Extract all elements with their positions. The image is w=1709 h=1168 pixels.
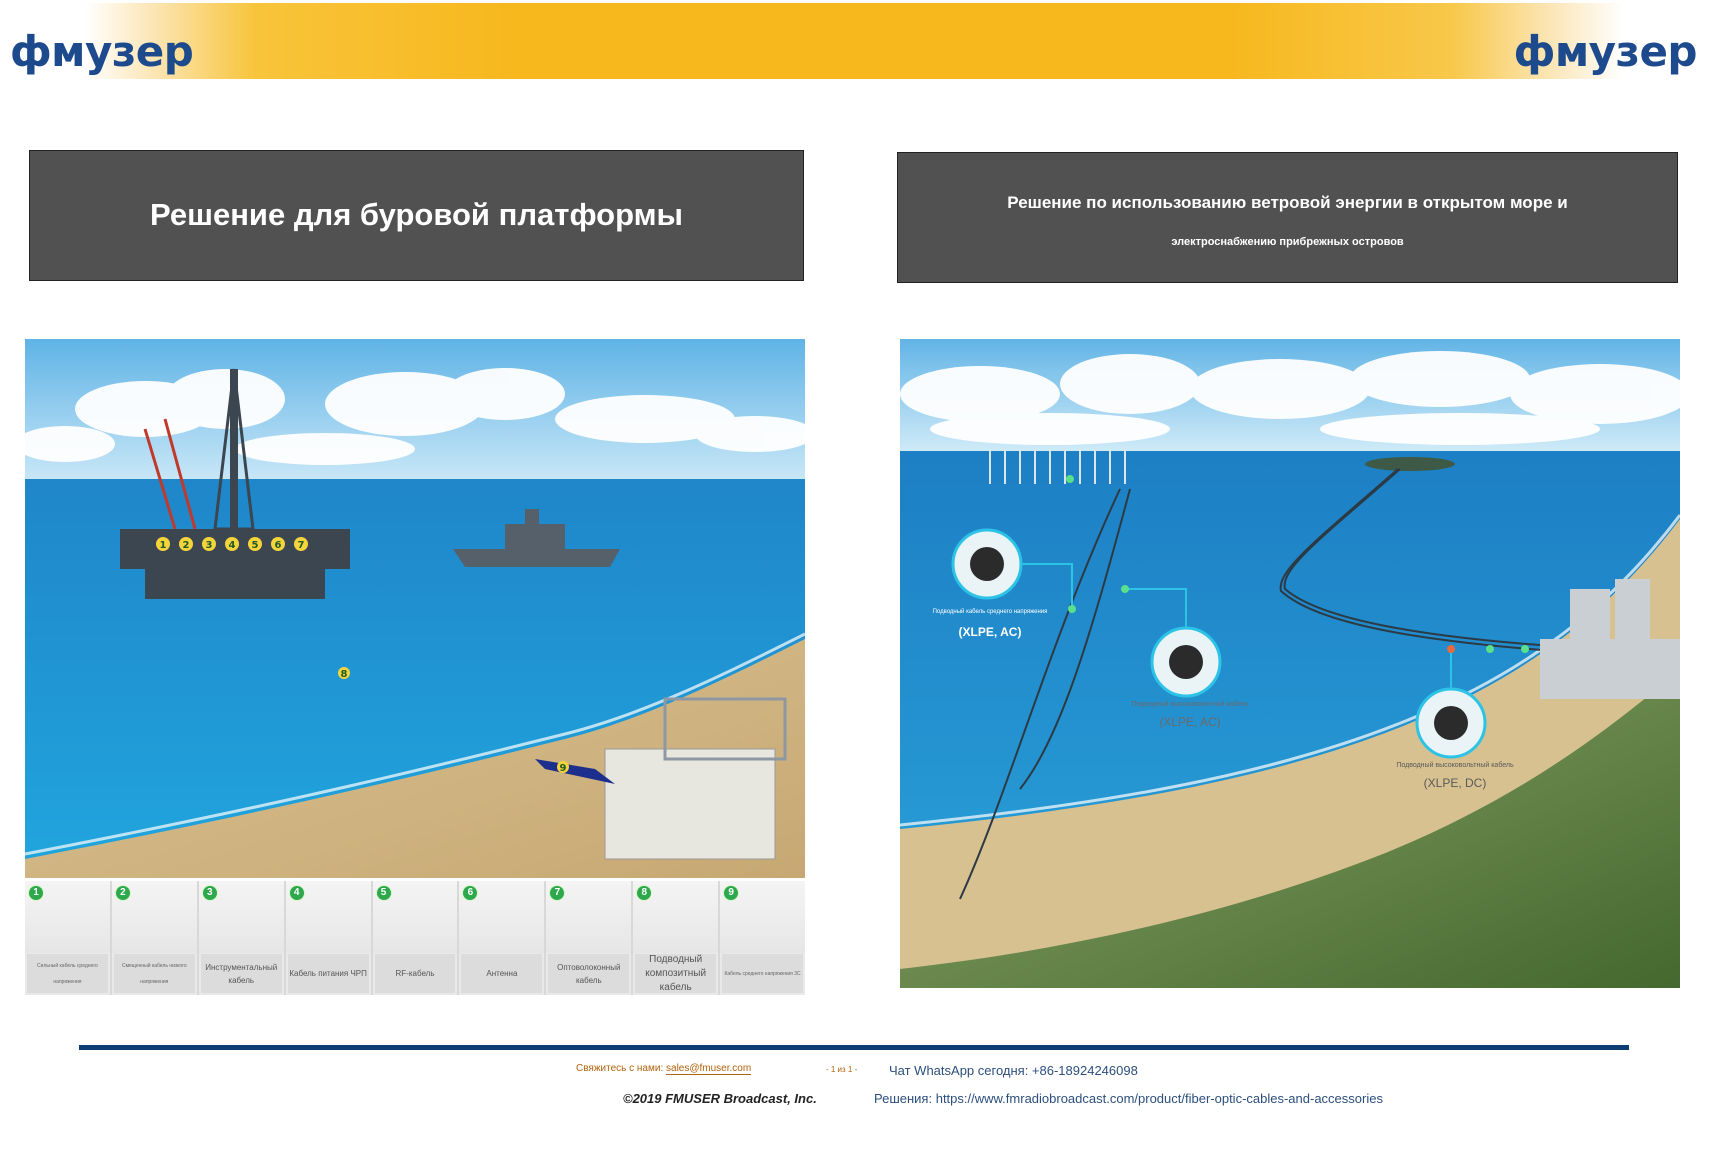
cable-card: 6 Антенна: [459, 881, 545, 995]
svg-text:8: 8: [341, 669, 348, 680]
svg-text:1: 1: [160, 540, 167, 551]
cable-label: Антенна: [461, 954, 543, 993]
svg-text:9: 9: [560, 763, 567, 774]
left-title-box: Решение для буровой платформы: [29, 150, 804, 281]
header-banner: [0, 3, 1709, 79]
cable-label: Оптоволоконный кабель: [548, 954, 630, 993]
solutions-label: Решения:: [874, 1091, 933, 1106]
cable-number-badge: 3: [201, 885, 218, 901]
cable-label: Инструментальный кабель: [200, 954, 282, 993]
callout-hv-dc-spec: (XLPE, DC): [1423, 776, 1487, 790]
cable-label: RF-кабель: [374, 954, 456, 993]
cable-label: Кабель среднего напряжения 3С: [722, 954, 804, 993]
cable-label: Сильный кабель среднего напряжения: [27, 954, 108, 993]
page-indicator: - 1 из 1 -: [826, 1065, 858, 1074]
cable-number-badge: 5: [375, 885, 392, 901]
cable-label: Подводный композитный кабель: [635, 954, 717, 993]
cable-number-badge: 1: [28, 885, 44, 901]
offshore-wind-illustration: Подводный кабель среднего напряжения (XL…: [900, 339, 1680, 988]
right-title-line2: электроснабжению прибрежных островов: [1171, 236, 1404, 248]
cable-card: 7 Оптоволоконный кабель: [546, 881, 632, 995]
cable-card: 4 Кабель питания ЧРП: [285, 881, 371, 995]
right-title-box: Решение по использованию ветровой энерги…: [897, 152, 1678, 283]
svg-text:6: 6: [275, 540, 282, 551]
contact-label: Свяжитесь с нами:: [576, 1063, 664, 1074]
cable-number-badge: 2: [114, 885, 131, 901]
footer-divider: [79, 1045, 1629, 1050]
callout-mv-caption: Подводный кабель среднего напряжения: [932, 609, 1048, 615]
cable-number-badge: 9: [723, 885, 740, 901]
svg-text:2: 2: [183, 540, 190, 551]
cable-card: 9 Кабель среднего напряжения 3С: [720, 881, 806, 995]
brand-logo-left[interactable]: фмузер: [10, 28, 194, 76]
cable-number-badge: 4: [288, 885, 305, 901]
callout-hv-dc-caption: Подводный высоковольтный кабель: [1396, 762, 1514, 769]
solutions-link[interactable]: https://www.fmradiobroadcast.com/product…: [936, 1091, 1383, 1106]
callout-hv-ac-caption: Подводный высоковольтный кабель: [1131, 701, 1249, 708]
svg-text:4: 4: [229, 540, 236, 551]
cable-label: Смещенный кабель низкого напряжения: [113, 954, 195, 993]
footer-contact: Свяжитесь с нами: sales@fmuser.com: [576, 1063, 752, 1075]
contact-email-link[interactable]: sales@fmuser.com: [666, 1063, 752, 1075]
right-title-line1: Решение по использованию ветровой энерги…: [1007, 193, 1568, 212]
cable-card: 3 Инструментальный кабель: [198, 881, 284, 995]
cable-card: 8 Подводный композитный кабель: [633, 881, 719, 995]
callout-hv-ac-spec: (XLPE, AC): [1159, 715, 1221, 729]
cable-label: Кабель питания ЧРП: [287, 954, 369, 993]
svg-text:3: 3: [206, 540, 213, 551]
brand-logo-right[interactable]: фмузер: [1514, 28, 1698, 76]
cable-card: 2 Смещенный кабель низкого напряжения: [111, 881, 197, 995]
svg-text:5: 5: [252, 540, 259, 551]
callout-mv-spec: (XLPE, AC): [958, 625, 1022, 639]
cable-catalog-strip: 1 Сильный кабель среднего напряжения 2 С…: [25, 881, 806, 995]
drilling-platform-illustration: 1 2 3 4 5 6 7 8 9: [25, 339, 805, 878]
svg-text:7: 7: [298, 540, 305, 551]
copyright-text: ©2019 FMUSER Broadcast, Inc.: [623, 1091, 817, 1106]
cable-card: 1 Сильный кабель среднего напряжения: [25, 881, 110, 995]
left-title: Решение для буровой платформы: [149, 197, 684, 232]
footer-solutions: Решения: https://www.fmradiobroadcast.co…: [874, 1091, 1383, 1106]
whatsapp-contact[interactable]: Чат WhatsApp сегодня: +86-18924246098: [889, 1063, 1138, 1078]
cable-card: 5 RF-кабель: [372, 881, 458, 995]
